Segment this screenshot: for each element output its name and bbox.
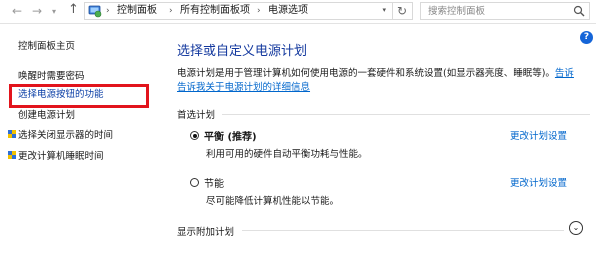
plan-radio-balanced[interactable] <box>190 131 199 140</box>
description-link-prefix[interactable]: 告诉 <box>555 68 574 79</box>
shield-icon <box>8 151 16 159</box>
breadcrumb-separator-icon: › <box>169 6 173 16</box>
up-arrow-icon[interactable]: ↑ <box>68 2 79 18</box>
preferred-plans-heading: 首选计划 <box>177 110 216 121</box>
plan-description-power-saver: 尽可能降低计算机性能以节能。 <box>206 196 340 207</box>
sidebar-item-display-off[interactable]: 选择关闭显示器的时间 <box>7 129 113 142</box>
recent-locations-icon[interactable]: ▾ <box>52 4 56 20</box>
page-title: 选择或自定义电源计划 <box>177 44 308 59</box>
refresh-icon[interactable]: ↻ <box>392 3 411 19</box>
plan-name-balanced[interactable]: 平衡 (推荐) <box>204 128 257 143</box>
address-bar: ← → ▾ ↑ › 控制面板 › 所有控制面板项 › 电源选项 ▾ ↻ <box>0 0 596 24</box>
divider <box>222 114 590 115</box>
breadcrumb-control-panel[interactable]: 控制面板 <box>117 5 157 17</box>
page-description: 电源计划是用于管理计算机如何使用电源的一套硬件和系统设置(如显示器亮度、睡眠等)… <box>177 67 592 95</box>
plan-info-link[interactable]: 告诉我关于电源计划的详细信息 <box>177 82 310 93</box>
address-box[interactable]: › 控制面板 › 所有控制面板项 › 电源选项 ▾ <box>84 2 413 20</box>
chevron-down-icon[interactable]: ⌄ <box>569 221 583 235</box>
help-icon[interactable]: ? <box>580 31 593 44</box>
change-plan-settings-link[interactable]: 更改计划设置 <box>510 128 567 142</box>
sidebar-item-wake-password[interactable]: 唤醒时需要密码 <box>18 70 85 83</box>
plan-description-balanced: 利用可用的硬件自动平衡功耗与性能。 <box>206 149 368 160</box>
sidebar-item-sleep-time[interactable]: 更改计算机睡眠时间 <box>7 150 104 163</box>
breadcrumb-all-items[interactable]: 所有控制面板项 <box>180 5 250 17</box>
forward-arrow-icon[interactable]: → <box>32 3 42 19</box>
sidebar-item-label: 选择关闭显示器的时间 <box>18 130 114 141</box>
change-plan-settings-link[interactable]: 更改计划设置 <box>510 175 567 189</box>
breadcrumb-separator-icon: › <box>106 6 110 16</box>
breadcrumb-power-options[interactable]: 电源选项 <box>268 5 308 17</box>
additional-plans-heading[interactable]: 显示附加计划 <box>177 224 234 238</box>
sidebar-item-label: 更改计算机睡眠时间 <box>18 151 104 162</box>
shield-icon <box>8 130 16 138</box>
description-text: 电源计划是用于管理计算机如何使用电源的一套硬件和系统设置(如显示器亮度、睡眠等)… <box>177 68 555 79</box>
back-arrow-icon[interactable]: ← <box>12 3 22 19</box>
divider <box>242 230 564 231</box>
plan-radio-power-saver[interactable] <box>190 178 199 187</box>
sidebar: 控制面板主页 唤醒时需要密码 选择电源按钮的功能 创建电源计划 选择关闭显示器的… <box>0 23 160 276</box>
plan-name-power-saver[interactable]: 节能 <box>204 175 224 190</box>
control-panel-icon <box>88 5 102 18</box>
address-dropdown-icon[interactable]: ▾ <box>382 6 386 14</box>
search-box[interactable] <box>420 2 590 20</box>
sidebar-item-create-plan[interactable]: 创建电源计划 <box>18 109 75 122</box>
breadcrumb-separator-icon: › <box>257 6 261 16</box>
highlight-box <box>9 84 149 108</box>
search-icon[interactable] <box>573 5 585 17</box>
sidebar-item-home[interactable]: 控制面板主页 <box>18 40 75 53</box>
search-input[interactable] <box>428 4 568 18</box>
